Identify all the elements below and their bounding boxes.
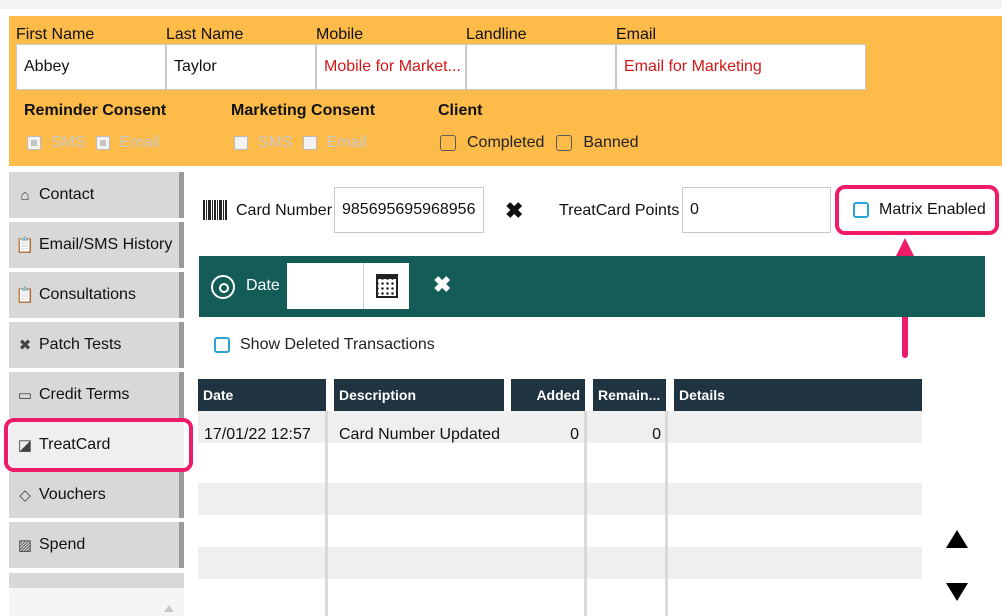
table-row [198, 515, 922, 547]
sidebar-item-spend[interactable]: ▨ Spend [9, 522, 184, 568]
last-name-label: Last Name [166, 26, 244, 43]
treatcard-highlight [4, 418, 193, 472]
date-filter-input[interactable] [287, 263, 409, 309]
column-divider [325, 411, 328, 616]
table-row [198, 547, 922, 579]
credit-card-icon: ▭ [17, 387, 33, 404]
column-divider [665, 411, 668, 616]
table-row [198, 483, 922, 515]
cell-remaining: 0 [652, 426, 661, 443]
date-filter-label: Date [246, 277, 280, 294]
tag-icon: ◇ [19, 487, 31, 504]
reminder-sms-checkbox[interactable] [27, 136, 41, 150]
top-strip [0, 0, 1002, 9]
matrix-enabled-toggle[interactable]: Matrix Enabled [835, 185, 999, 235]
column-header-date[interactable]: Date [198, 379, 326, 411]
cell-added: 0 [570, 426, 579, 443]
email-label: Email [616, 26, 657, 43]
mobile-field[interactable]: Mobile for Market... [316, 44, 466, 90]
marketing-sms-label: SMS [258, 134, 293, 151]
client-title: Client [438, 102, 483, 119]
scroll-up-icon[interactable] [946, 530, 968, 548]
barcode-icon [203, 200, 229, 220]
home-icon: ⌂ [20, 186, 30, 204]
sidebar-item-patch-tests[interactable]: ✖ Patch Tests [9, 322, 184, 368]
marketing-consent-options: SMS Email [234, 134, 377, 152]
calendar-button[interactable] [363, 263, 409, 309]
card-number-input[interactable]: 985695695968956 [334, 187, 484, 233]
table-row [198, 579, 922, 611]
sidebar-item-label: Credit Terms [39, 386, 130, 403]
reminder-email-label: Email [119, 134, 160, 151]
banned-checkbox[interactable] [556, 135, 573, 151]
chart-icon: ▨ [17, 537, 33, 554]
column-divider [584, 411, 587, 616]
client-header: First Name Abbey Last Name Taylor Mobile… [9, 16, 1002, 166]
marketing-sms-checkbox[interactable] [234, 136, 248, 150]
sidebar-item-consultations[interactable]: 📋 Consultations [9, 272, 184, 318]
last-name-field[interactable]: Taylor [166, 44, 316, 90]
cell-date: 17/01/22 12:57 [204, 426, 311, 443]
landline-label: Landline [466, 26, 527, 43]
clipboard-icon: 📋 [15, 237, 35, 254]
card-number-label: Card Number [236, 202, 333, 219]
sidebar-item-label: Consultations [39, 286, 136, 303]
clear-date-icon[interactable]: ✖ [433, 272, 451, 298]
column-header-details[interactable]: Details [674, 379, 922, 411]
column-header-remaining[interactable]: Remain... [593, 379, 666, 411]
landline-field[interactable] [466, 44, 616, 90]
email-field[interactable]: Email for Marketing [616, 44, 866, 90]
matrix-enabled-checkbox[interactable] [853, 202, 869, 218]
column-header-added[interactable]: Added [511, 379, 585, 411]
sidebar-item-contact[interactable]: ⌂ Contact [9, 172, 184, 218]
treatcard-points-label: TreatCard Points [559, 202, 680, 219]
sidebar-scroll-up-icon[interactable] [164, 605, 174, 612]
column-header-description[interactable]: Description [334, 379, 504, 411]
client-options: Completed Banned [440, 134, 651, 152]
scroll-down-icon[interactable] [946, 583, 968, 601]
marketing-email-checkbox[interactable] [302, 136, 317, 150]
first-name-field[interactable]: Abbey [16, 44, 166, 90]
sidebar-item-label: Spend [39, 536, 86, 553]
show-deleted-label: Show Deleted Transactions [240, 336, 435, 353]
sidebar-item-label: Email/SMS History [39, 236, 173, 253]
banned-label: Banned [583, 134, 639, 151]
sidebar-item-vouchers[interactable]: ◇ Vouchers [9, 472, 184, 518]
completed-label: Completed [467, 134, 545, 151]
mobile-label: Mobile [316, 26, 364, 43]
show-deleted-checkbox[interactable] [214, 337, 230, 353]
first-name-label: First Name [16, 26, 95, 43]
matrix-enabled-label: Matrix Enabled [879, 201, 986, 218]
treatcard-points-input[interactable]: 0 [682, 187, 831, 233]
sidebar-item-label: Contact [39, 186, 95, 203]
sidebar-item-label: Vouchers [39, 486, 106, 503]
sidebar-scroll-area [9, 588, 184, 616]
sidebar-item-credit-terms[interactable]: ▭ Credit Terms [9, 372, 184, 418]
reminder-consent-title: Reminder Consent [24, 102, 167, 119]
marketing-email-label: Email [326, 134, 367, 151]
bandage-icon: ✖ [18, 337, 32, 354]
completed-checkbox[interactable] [440, 135, 456, 151]
reminder-sms-label: SMS [51, 134, 86, 151]
reminder-consent-options: SMS Email [27, 134, 170, 152]
reminder-email-checkbox[interactable] [95, 136, 110, 150]
sidebar-item-label: Patch Tests [39, 336, 122, 353]
clipboard-icon: 📋 [15, 287, 35, 304]
clear-card-number-icon[interactable]: ✖ [505, 198, 523, 224]
date-filter-bar: Date ✖ [199, 256, 985, 317]
marketing-consent-title: Marketing Consent [231, 102, 376, 119]
cell-description: Card Number Updated [339, 426, 500, 443]
search-icon[interactable] [211, 275, 235, 299]
sidebar-item-email-sms-history[interactable]: 📋 Email/SMS History [9, 222, 184, 268]
calendar-icon [375, 274, 398, 298]
show-deleted-toggle[interactable]: Show Deleted Transactions [214, 336, 435, 354]
table-row [198, 451, 922, 483]
